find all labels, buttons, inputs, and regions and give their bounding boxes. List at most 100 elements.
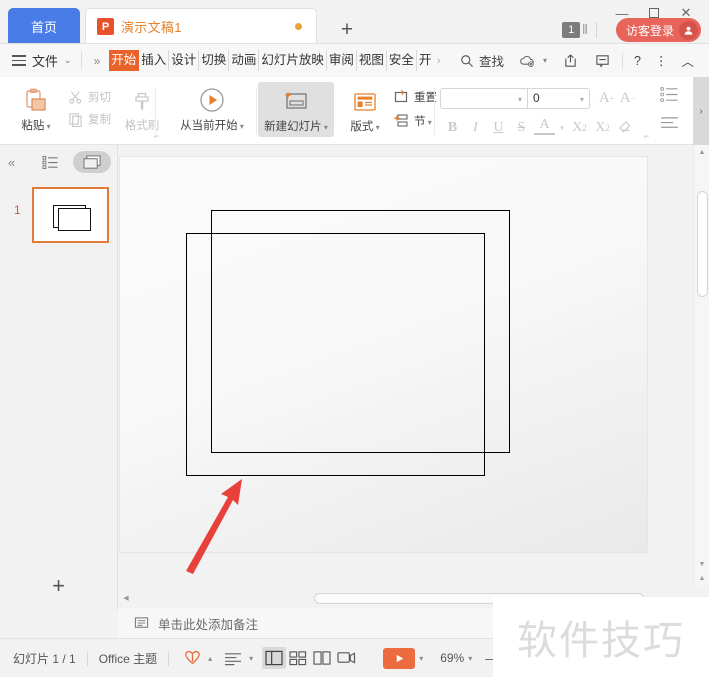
window-counter[interactable]: 1 ⦀ <box>562 22 588 38</box>
shrink-font-label: A <box>619 90 631 106</box>
help-button[interactable]: ? <box>627 50 648 72</box>
underline-button[interactable]: U <box>488 117 509 138</box>
play-circle-icon <box>198 84 226 114</box>
subscript-button[interactable]: X2 <box>592 117 613 138</box>
normal-view-icon[interactable] <box>262 647 287 669</box>
start-from-current-button[interactable]: 从当前开始 ▾ <box>172 84 252 133</box>
align-left-button[interactable] <box>660 116 679 136</box>
clear-formatting-button[interactable] <box>615 117 636 138</box>
hamburger-icon <box>12 55 26 66</box>
strikethrough-button[interactable]: S <box>511 117 532 138</box>
slide-thumbnails-view-icon[interactable] <box>73 151 112 173</box>
vertical-scrollbar-thumb[interactable] <box>697 191 708 297</box>
font-size-input[interactable]: 0 ▾ <box>528 88 590 109</box>
reset-button[interactable]: 重置 <box>392 86 437 108</box>
maximize-button[interactable] <box>639 2 669 24</box>
tab-document[interactable]: P 演示文稿1 <box>85 8 317 44</box>
ribbon-tab-start[interactable]: 开始 <box>109 50 140 71</box>
share-button[interactable] <box>554 48 586 74</box>
ribbon-tab-slideshow[interactable]: 幻灯片放映 <box>259 50 327 71</box>
comment-button[interactable] <box>586 48 618 74</box>
ribbon-tab-review[interactable]: 审阅 <box>327 50 357 71</box>
chevron-down-icon[interactable]: ▾ <box>419 654 423 663</box>
slide-thumbnail-item[interactable]: 1 <box>0 187 117 243</box>
canvas-vertical-scrollbar[interactable]: ▲ ▼ ▲ <box>693 145 709 585</box>
expand-menu-icon[interactable]: » <box>91 54 104 68</box>
subscript-sub: 2 <box>605 122 610 133</box>
scroll-down-icon[interactable]: ▼ <box>694 557 709 571</box>
tab-home[interactable]: 首页 <box>8 8 80 44</box>
ribbon-tab-animation[interactable]: 动画 <box>229 50 260 71</box>
outline-view-icon[interactable] <box>39 152 61 172</box>
ribbon-separator-3 <box>434 87 435 135</box>
zoom-level-label[interactable]: 69% <box>440 651 464 665</box>
copy-button[interactable]: 复制 <box>66 108 111 130</box>
start-slideshow-button[interactable] <box>383 647 416 669</box>
ribbon-tab-transition[interactable]: 切换 <box>199 50 230 71</box>
slide-surface[interactable] <box>120 157 647 574</box>
add-slide-button[interactable]: + <box>0 562 117 610</box>
slide-canvas-area[interactable] <box>118 145 663 585</box>
slide-thumbnail[interactable] <box>32 187 109 243</box>
scroll-up-icon[interactable]: ▲ <box>694 145 709 159</box>
paste-button[interactable]: 粘贴 ▾ <box>12 84 60 133</box>
slide-number: 1 <box>14 203 21 217</box>
paste-label: 粘贴 ▾ <box>21 120 51 132</box>
slide-sorter-view-icon[interactable] <box>286 647 310 669</box>
close-button[interactable]: ✕ <box>671 2 701 24</box>
presenter-view-icon[interactable] <box>334 647 358 669</box>
superscript-label: X <box>572 119 583 135</box>
search-button[interactable]: 查找 <box>451 47 511 74</box>
ribbon-tab-insert[interactable]: 插入 <box>139 50 170 71</box>
minimize-button[interactable]: — <box>607 2 637 24</box>
layout-button[interactable]: 版式 ▾ <box>342 85 388 134</box>
ribbon-tab-design[interactable]: 设计 <box>169 50 200 71</box>
ribbon-tabs: 开始 插入 设计 切换 动画 幻灯片放映 审阅 视图 安全 开 › <box>109 50 444 71</box>
italic-button[interactable]: I <box>465 117 486 138</box>
ribbon-group-paragraph <box>653 77 685 145</box>
wps-mindmap-icon[interactable] <box>180 647 204 669</box>
grow-font-button[interactable]: A + <box>596 88 617 109</box>
ribbon-group-font: ▾ 0 ▾ A + A − B I U S A ▾ X2 X2 ⌐ <box>440 77 655 145</box>
new-slide-button[interactable]: 新建幻灯片 ▾ <box>258 82 334 137</box>
more-options-button[interactable]: ⋮ <box>648 49 675 72</box>
font-color-button[interactable]: A <box>534 117 555 135</box>
reset-icon <box>392 88 410 106</box>
shrink-font-button[interactable]: A − <box>617 88 638 109</box>
theme-label[interactable]: Office 主题 <box>99 650 157 667</box>
cloud-sync-button[interactable]: ▾ <box>511 48 554 74</box>
bullet-list-button[interactable] <box>659 86 679 108</box>
chevron-down-icon[interactable]: ▾ <box>557 117 567 138</box>
scroll-left-icon[interactable]: ◀ <box>118 590 134 606</box>
bold-button[interactable]: B <box>442 117 463 138</box>
layout-label: 版式 ▾ <box>350 121 380 133</box>
scissors-icon <box>66 88 84 106</box>
collapse-ribbon-button[interactable]: ︿ <box>674 47 701 74</box>
file-menu-button[interactable]: 文件 ⌄ <box>12 51 72 70</box>
collapse-panel-icon[interactable]: « <box>8 155 15 170</box>
ribbon-expand-button[interactable]: › <box>693 77 709 145</box>
chevron-up-icon[interactable]: ▴ <box>208 654 212 663</box>
ribbon-tab-developer[interactable]: 开 <box>417 50 433 71</box>
chevron-down-icon[interactable]: ▾ <box>249 654 253 663</box>
reading-view-icon[interactable] <box>310 647 334 669</box>
next-slide-icon[interactable]: ▲ <box>694 571 709 585</box>
slide-navigator-header: « <box>0 145 117 179</box>
cut-button[interactable]: 剪切 <box>66 86 111 108</box>
section-button[interactable]: 节 ▾ <box>392 110 432 132</box>
new-slide-icon <box>281 85 311 115</box>
ribbon-tab-security[interactable]: 安全 <box>387 50 417 71</box>
language-icon[interactable] <box>221 647 245 669</box>
ribbon-toolbar: 粘贴 ▾ 剪切 复制 格式刷 ⌐ 从当前开始 ▾ 新建幻灯片 ▾ 版式 ▾ 重置… <box>0 77 709 145</box>
font-name-input[interactable]: ▾ <box>440 88 528 109</box>
rectangle-shape-front[interactable] <box>186 233 485 476</box>
new-tab-button[interactable]: + <box>333 16 361 44</box>
font-dialog-launcher[interactable]: ⌐ <box>644 131 649 141</box>
format-painter-button[interactable]: 格式刷 <box>118 84 166 133</box>
ribbon-tab-view[interactable]: 视图 <box>357 50 387 71</box>
shrink-font-sup: − <box>630 94 636 103</box>
chevron-down-icon[interactable]: ▾ <box>468 654 472 663</box>
superscript-button[interactable]: X2 <box>569 117 590 138</box>
ribbon-tabs-overflow-icon[interactable]: › <box>433 55 445 67</box>
ribbon-group-slideshow: 从当前开始 ▾ <box>168 77 256 145</box>
